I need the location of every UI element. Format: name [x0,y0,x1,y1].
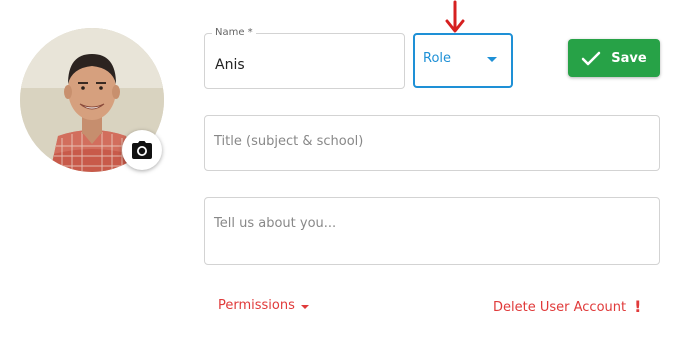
exclamation-icon: ! [634,297,642,316]
save-button-label: Save [611,50,647,66]
about-textarea[interactable] [204,197,660,265]
name-field-label: Name * [212,27,256,38]
save-button[interactable]: Save [568,39,660,77]
permissions-label: Permissions [218,298,295,313]
name-field-value[interactable]: Anis [215,57,245,73]
change-photo-button[interactable] [122,130,162,170]
caret-down-icon [487,57,497,62]
check-icon [582,51,601,65]
camera-icon [132,141,152,159]
delete-account-link[interactable]: Delete User Account ! [493,299,641,315]
permissions-dropdown-button[interactable]: Permissions [218,298,309,313]
about-textarea-placeholder: Tell us about you... [214,216,337,231]
arrow-down-icon [445,0,465,33]
delete-account-label: Delete User Account [493,299,627,315]
caret-down-icon [300,304,309,309]
title-field-placeholder: Title (subject & school) [214,134,364,149]
role-select-label: Role [423,51,452,66]
